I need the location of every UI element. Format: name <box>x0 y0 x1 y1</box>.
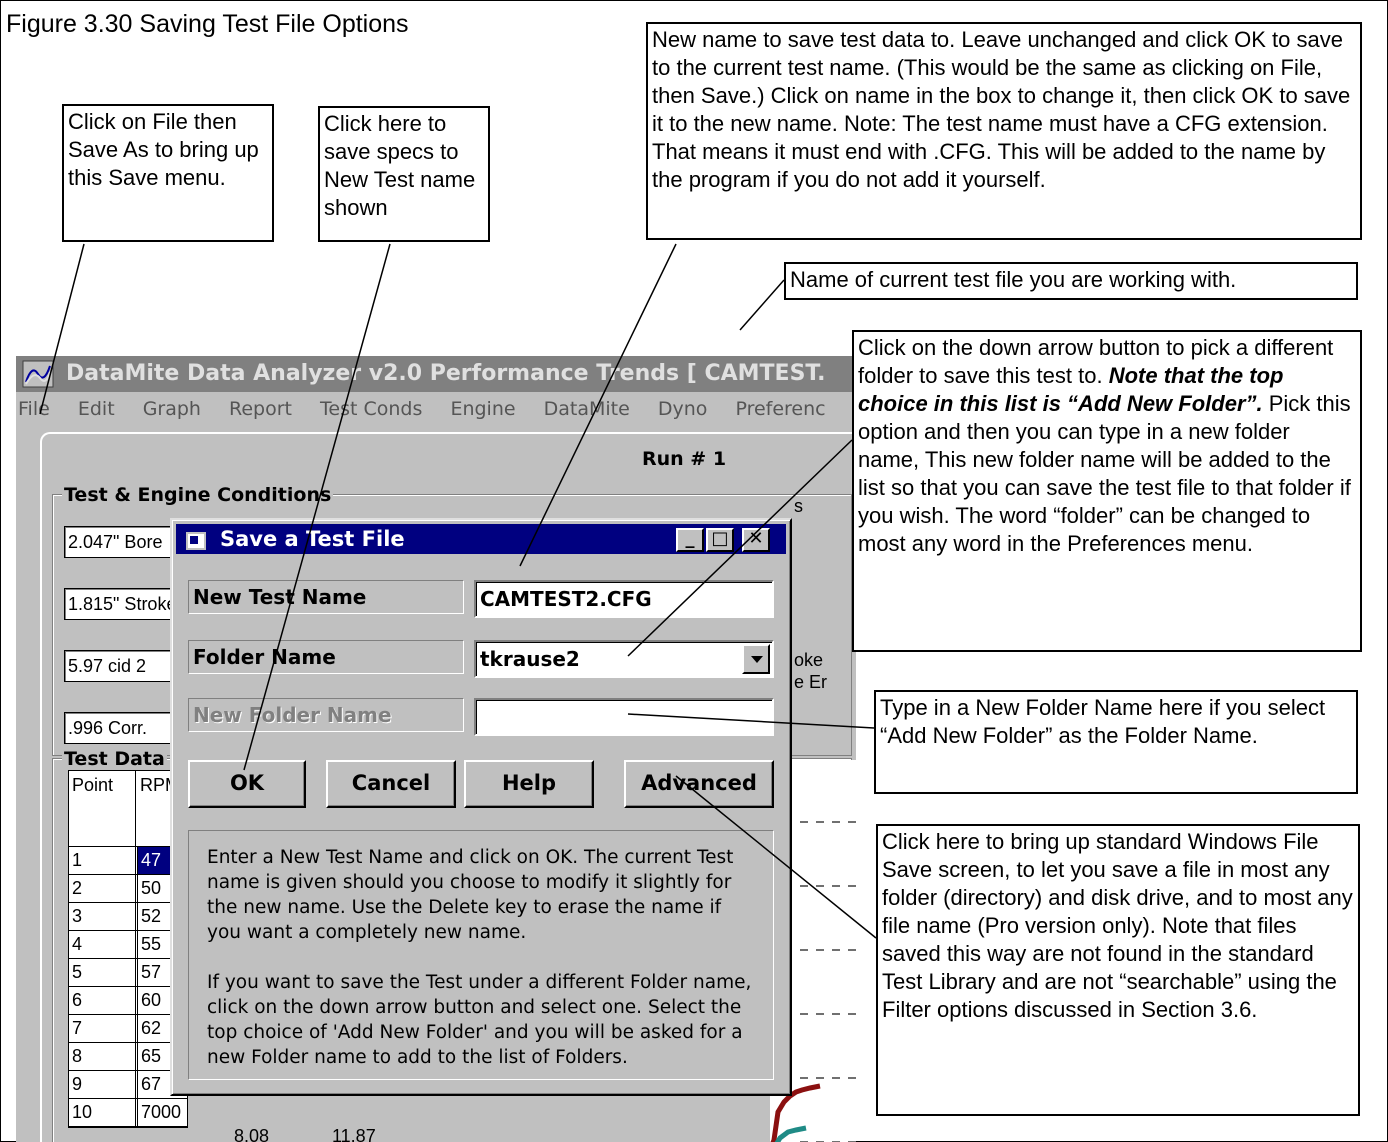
dialog-title: Save a Test File <box>220 527 405 551</box>
menu-report[interactable]: Report <box>229 394 292 424</box>
menu-engine[interactable]: Engine <box>450 394 515 424</box>
folder-name-select[interactable]: tkrause2 <box>474 640 774 678</box>
new-folder-name-input[interactable] <box>474 698 774 736</box>
minimize-icon[interactable]: _ <box>676 528 704 552</box>
row-point: 7 <box>72 1018 83 1038</box>
row-point: 9 <box>72 1074 83 1094</box>
row-point: 10 <box>72 1102 93 1122</box>
side-label-1: s <box>794 496 803 516</box>
menu-file[interactable]: File <box>18 394 50 424</box>
bore-field[interactable]: 2.047" Bore <box>64 526 184 558</box>
help-button[interactable]: Help <box>464 760 594 808</box>
displacement-field[interactable]: 5.97 cid 2 <box>64 650 184 682</box>
advanced-button[interactable]: Advanced <box>624 760 774 808</box>
callout-save-as: Click on File then Save As to bring up t… <box>62 104 274 242</box>
partial-cell-2: 11.87 <box>332 1126 376 1142</box>
callout-new-name: New name to save test data to. Leave unc… <box>646 22 1362 240</box>
partial-cell-1: 8.08 <box>234 1126 270 1142</box>
new-test-name-label: New Test Name <box>188 580 464 614</box>
callout-advanced: Click here to bring up standard Windows … <box>876 824 1360 1116</box>
chevron-down-icon[interactable] <box>742 644 770 674</box>
app-title-text: DataMite Data Analyzer v2.0 Performance … <box>66 361 826 386</box>
side-label-2: oke <box>794 650 824 670</box>
save-dialog: Save a Test File _ □ ✕ New Test Name CAM… <box>170 518 792 1096</box>
correction-field[interactable]: .996 Corr. <box>64 712 184 744</box>
row-point: 6 <box>72 990 83 1010</box>
figure-title: Figure 3.30 Saving Test File Options <box>6 10 409 38</box>
close-icon[interactable]: ✕ <box>742 528 770 552</box>
test-data-title: Test Data <box>62 748 167 770</box>
folder-name-label: Folder Name <box>188 640 464 674</box>
menu-datamite[interactable]: DataMite <box>544 394 630 424</box>
table-row[interactable]: 10 7000 <box>69 1099 187 1127</box>
row-point: 3 <box>72 906 83 926</box>
callout-current-file: Name of current test file you are workin… <box>784 262 1358 300</box>
row-point: 1 <box>72 850 83 870</box>
cancel-button[interactable]: Cancel <box>326 760 456 808</box>
row-point: 5 <box>72 962 83 982</box>
new-folder-name-label: New Folder Name <box>188 698 464 732</box>
instructions-paragraph-2: If you want to save the Test under a dif… <box>207 972 752 1068</box>
ok-button[interactable]: OK <box>188 760 306 808</box>
callout-new-folder: Type in a New Folder Name here if you se… <box>874 690 1358 794</box>
menu-test-conds[interactable]: Test Conds <box>320 394 422 424</box>
row-rpm[interactable]: 7000 <box>137 1099 189 1126</box>
app-menubar: File Edit Graph Report Test Conds Engine… <box>16 394 856 424</box>
instructions-paragraph-1: Enter a New Test Name and click on OK. T… <box>207 847 734 943</box>
callout-ok-button: Click here to save specs to New Test nam… <box>318 106 490 242</box>
app-titlebar: DataMite Data Analyzer v2.0 Performance … <box>16 356 856 392</box>
dialog-titlebar[interactable]: Save a Test File _ □ ✕ <box>176 524 786 554</box>
row-point: 8 <box>72 1046 83 1066</box>
side-label-3: e Er <box>794 672 828 692</box>
stroke-field[interactable]: 1.815" Stroke <box>64 588 184 620</box>
row-point: 2 <box>72 878 83 898</box>
conditions-title: Test & Engine Conditions <box>62 484 334 506</box>
instructions-box: Enter a New Test Name and click on OK. T… <box>188 830 774 1080</box>
app-logo-icon <box>22 360 54 388</box>
menu-dyno[interactable]: Dyno <box>658 394 708 424</box>
dialog-system-icon[interactable] <box>186 532 206 550</box>
maximize-icon[interactable]: □ <box>706 528 734 552</box>
folder-name-value: tkrause2 <box>480 647 580 671</box>
callout-folder: Click on the down arrow button to pick a… <box>852 330 1362 652</box>
grid-header-point: Point <box>72 775 114 795</box>
menu-graph[interactable]: Graph <box>143 394 201 424</box>
run-label: Run # 1 <box>642 448 727 470</box>
row-point: 4 <box>72 934 83 954</box>
new-test-name-input[interactable]: CAMTEST2.CFG <box>474 580 774 618</box>
menu-preferences[interactable]: Preferenc <box>735 394 825 424</box>
menu-edit[interactable]: Edit <box>78 394 115 424</box>
